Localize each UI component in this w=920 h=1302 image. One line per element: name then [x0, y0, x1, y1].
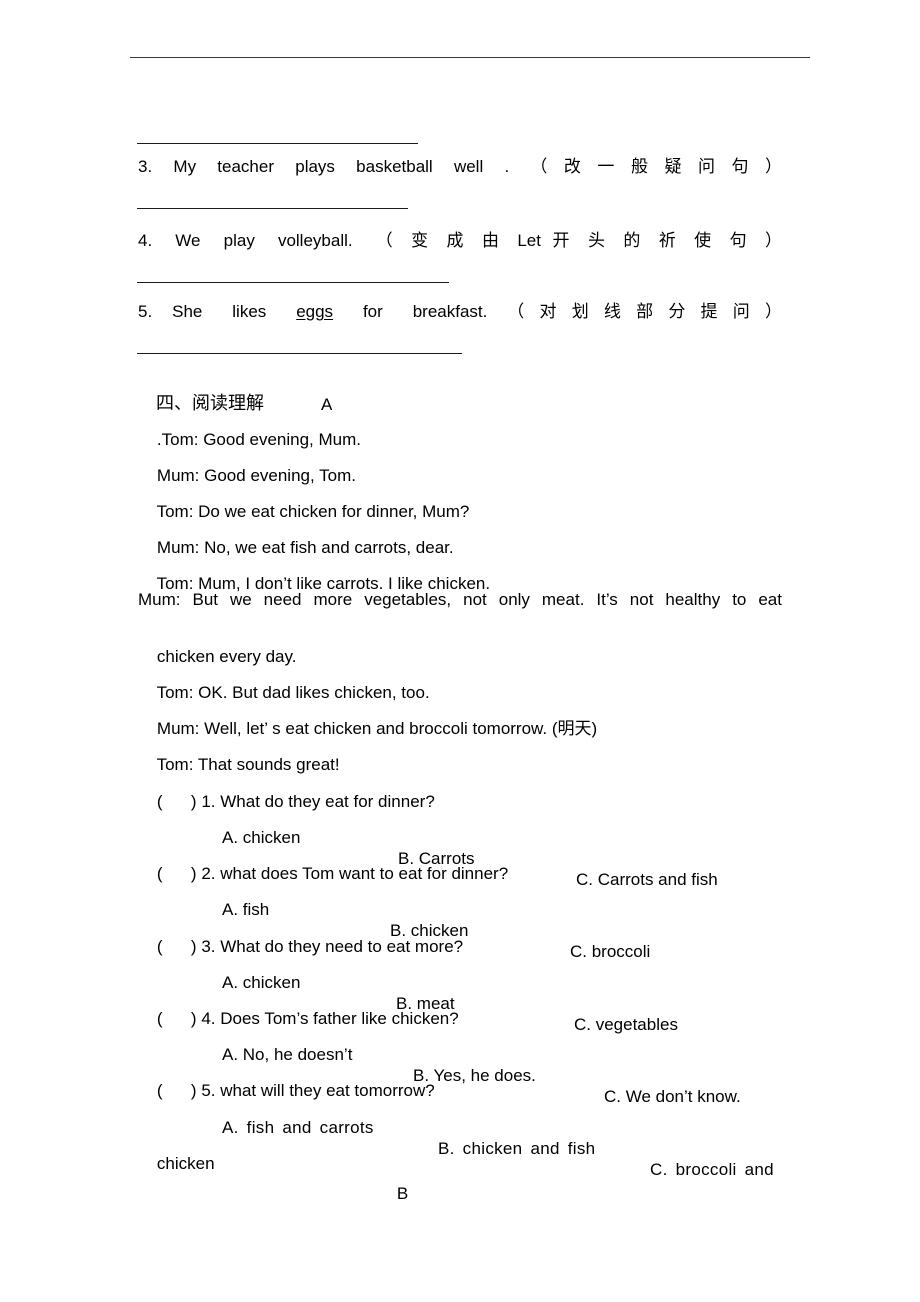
question-5-option-c[interactable]: C. broccoli and [650, 1159, 774, 1180]
transform-item-5-text-after: for breakfast. [333, 302, 488, 321]
transform-item-3: 3. My teacher plays basketball well . （ … [138, 156, 782, 177]
passage-label-b: B [378, 1162, 408, 1225]
transform-item-5-number: 5. [138, 302, 153, 321]
transform-item-5: 5. She likes eggs for breakfast. （ 对 划 线… [138, 301, 782, 322]
answer-blank-3[interactable] [137, 208, 408, 209]
worksheet-page: 3. My teacher plays basketball well . （ … [0, 0, 920, 1302]
passage-label-b-text: B [396, 1184, 409, 1203]
transform-item-5-text-before: She likes [172, 302, 297, 321]
dialogue-line-6-part1-text: Mum: But we need more vegetables, not on… [138, 590, 782, 609]
answer-blank-2[interactable] [137, 143, 418, 144]
dialogue-line-6-part1: Mum: But we need more vegetables, not on… [138, 589, 782, 610]
transform-item-4: 4. We play volleyball. （ 变 成 由 Let 开 头 的… [138, 230, 782, 251]
page-separator-rule [130, 57, 810, 58]
question-5-option-a[interactable]: A. fish and carrots [222, 1117, 374, 1138]
transform-item-4-text: 4. We play volleyball. （ 变 成 由 Let 开 头 的… [138, 231, 782, 250]
answer-blank-4[interactable] [137, 282, 449, 283]
question-5-option-b[interactable]: B. chicken and fish [438, 1138, 595, 1159]
transform-item-5-underlined-word: eggs [296, 302, 334, 321]
question-5-option-c-wrap: chicken [138, 1132, 215, 1195]
transform-item-5-instruction: （ 对 划 线 部 分 提 问 ） [507, 302, 782, 321]
question-5-option-c-wrap-text: chicken [156, 1154, 215, 1173]
answer-blank-5[interactable] [137, 353, 462, 354]
transform-item-3-text: 3. My teacher plays basketball well . （ … [138, 157, 782, 176]
